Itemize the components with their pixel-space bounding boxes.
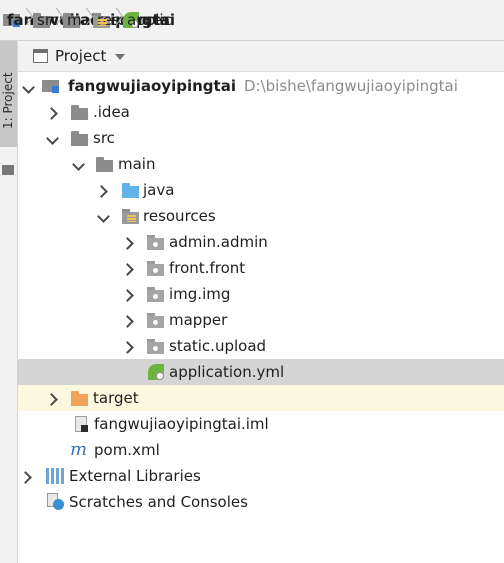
tree-item-resources[interactable]: resources: [18, 203, 504, 229]
tree-item-root[interactable]: fangwujiaoyipingtai D:\bishe\fangwujiaoyi…: [18, 73, 504, 99]
tree-item-static[interactable]: static.upload: [18, 333, 504, 359]
spring-leaf-icon: [148, 364, 164, 380]
breadcrumb-separator: [21, 0, 33, 40]
breadcrumb-resources[interactable]: resources: [93, 0, 170, 40]
module-file-icon: [75, 416, 88, 432]
folder-icon: [71, 104, 89, 120]
collapse-arrow-icon[interactable]: [122, 315, 134, 327]
expand-arrow-icon[interactable]: [72, 160, 84, 172]
tree-item-label: External Libraries: [69, 467, 201, 485]
tree-item-label: pom.xml: [94, 441, 160, 459]
source-folder-icon: [122, 182, 140, 198]
collapse-arrow-icon[interactable]: [46, 107, 58, 119]
project-tree: fangwujiaoyipingtai D:\bishe\fangwujiaoyi…: [18, 71, 504, 563]
breadcrumb-label: applic: [127, 11, 172, 29]
tree-item-application-yml[interactable]: application.yml: [18, 359, 504, 385]
project-tool-tab[interactable]: 1: Project: [0, 41, 17, 147]
breadcrumb-separator: [111, 0, 123, 40]
tree-item-scratches[interactable]: Scratches and Consoles: [18, 489, 504, 515]
collapse-arrow-icon[interactable]: [20, 471, 32, 483]
tree-item-label: src: [93, 129, 115, 147]
tree-item-target[interactable]: target: [18, 385, 504, 411]
expand-arrow-icon[interactable]: [97, 212, 109, 224]
breadcrumb-application[interactable]: applic: [123, 0, 172, 40]
package-icon: [147, 338, 165, 354]
tool-window-strip: 1: Project: [0, 41, 18, 563]
tree-item-label: front.front: [169, 259, 246, 277]
breadcrumb-separator: [81, 0, 93, 40]
project-path: D:\bishe\fangwujiaoyipingtai: [243, 77, 458, 95]
expand-arrow-icon[interactable]: [46, 134, 58, 146]
tree-item-label: java: [143, 181, 175, 199]
excluded-folder-icon: [71, 390, 89, 406]
breadcrumb-src[interactable]: src: [33, 0, 59, 40]
package-icon: [147, 312, 165, 328]
scratches-icon: [47, 493, 64, 510]
folder-icon: [2, 165, 14, 175]
chevron-down-icon[interactable]: [115, 54, 126, 60]
tree-item-label: static.upload: [169, 337, 267, 355]
collapse-arrow-icon[interactable]: [96, 185, 108, 197]
tree-item-label: application.yml: [169, 363, 285, 381]
navigation-bar: fangwujiaoyipingtai src main resources a…: [0, 0, 504, 41]
package-icon: [147, 260, 165, 276]
tree-item-label: mapper: [169, 311, 228, 329]
tree-item-label: fangwujiaoyipingtai.iml: [94, 415, 269, 433]
tree-item-java[interactable]: java: [18, 177, 504, 203]
tree-item-label: admin.admin: [169, 233, 268, 251]
tree-item-idea[interactable]: .idea: [18, 99, 504, 125]
tree-item-label: resources: [143, 207, 216, 225]
breadcrumb-main[interactable]: main: [63, 0, 104, 40]
tree-item-label: fangwujiaoyipingtai D:\bishe\fangwujiaoyi…: [68, 77, 458, 95]
breadcrumb-separator: [51, 0, 63, 40]
folder-icon: [71, 130, 89, 146]
tree-item-front[interactable]: front.front: [18, 255, 504, 281]
tree-item-pom[interactable]: m pom.xml: [18, 437, 504, 463]
library-icon: [46, 468, 64, 484]
collapse-arrow-icon[interactable]: [122, 263, 134, 275]
tree-item-admin[interactable]: admin.admin: [18, 229, 504, 255]
collapse-arrow-icon[interactable]: [46, 393, 58, 405]
tree-item-label: main: [118, 155, 156, 173]
resources-folder-icon: [122, 208, 140, 224]
collapse-arrow-icon[interactable]: [122, 289, 134, 301]
tree-item-src[interactable]: src: [18, 125, 504, 151]
tree-item-label: img.img: [169, 285, 231, 303]
collapse-arrow-icon[interactable]: [122, 237, 134, 249]
tree-item-label: .idea: [93, 103, 130, 121]
expand-arrow-icon[interactable]: [22, 83, 34, 95]
project-name: fangwujiaoyipingtai: [68, 77, 236, 95]
module-icon: [42, 78, 60, 94]
tree-item-main[interactable]: main: [18, 151, 504, 177]
package-icon: [147, 286, 165, 302]
tree-item-img[interactable]: img.img: [18, 281, 504, 307]
project-tool-tab-label: 1: Project: [1, 72, 15, 129]
collapse-arrow-icon[interactable]: [122, 341, 134, 353]
tree-item-iml[interactable]: fangwujiaoyipingtai.iml: [18, 411, 504, 437]
project-panel-header: Project: [18, 41, 504, 72]
folder-icon: [96, 156, 114, 172]
package-icon: [147, 234, 165, 250]
project-panel-title[interactable]: Project: [55, 47, 106, 65]
maven-icon: m: [70, 439, 88, 460]
project-view-icon: [33, 49, 48, 63]
tree-item-label: Scratches and Consoles: [69, 493, 248, 511]
tree-item-label: target: [93, 389, 139, 407]
tree-item-mapper[interactable]: mapper: [18, 307, 504, 333]
tree-item-external-libraries[interactable]: External Libraries: [18, 463, 504, 489]
